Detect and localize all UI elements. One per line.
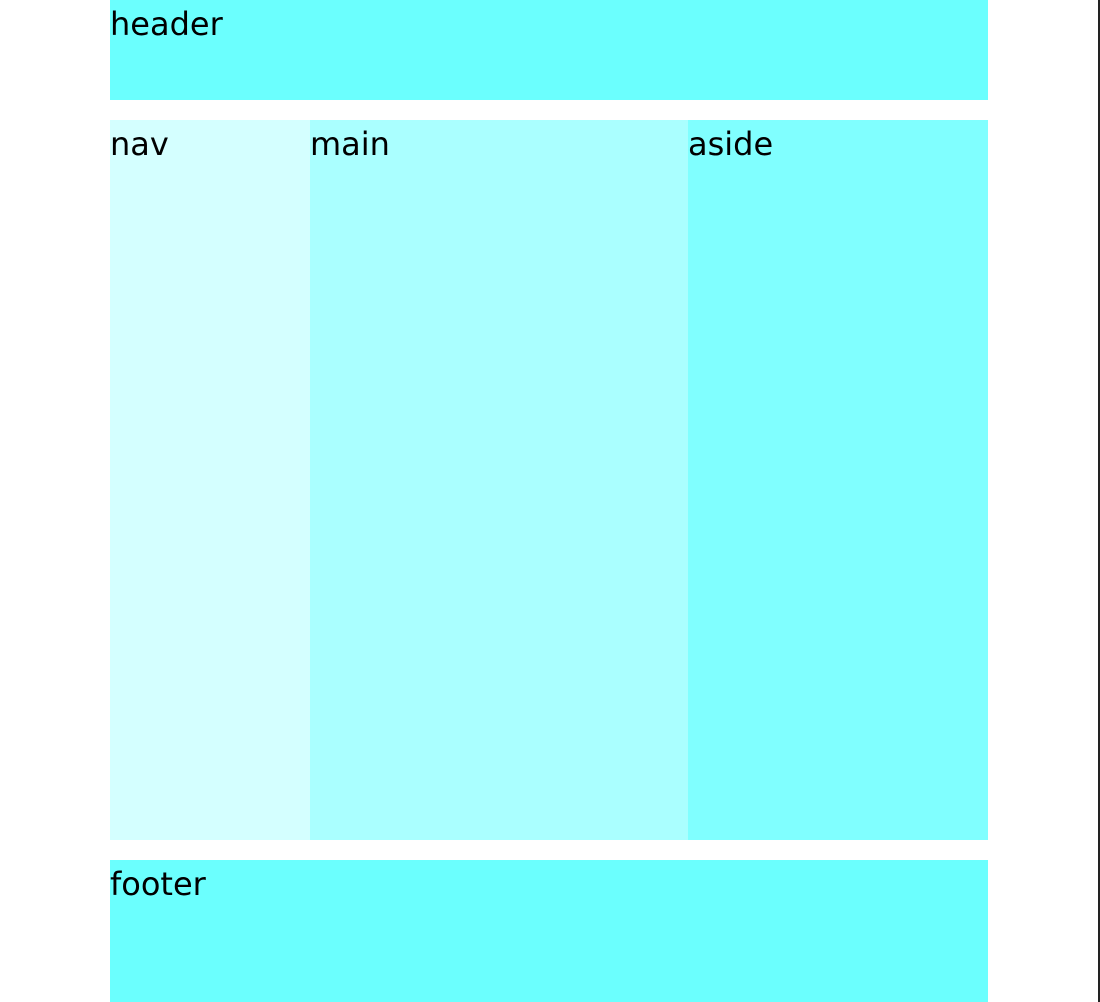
main-label: main (310, 125, 390, 163)
page: header nav main aside footer (0, 0, 1100, 1002)
nav-region: nav (110, 120, 310, 840)
nav-label: nav (110, 125, 169, 163)
aside-label: aside (688, 125, 774, 163)
header-label: header (110, 5, 223, 43)
footer-label: footer (110, 865, 206, 903)
footer-region: footer (110, 860, 988, 1002)
aside-region: aside (688, 120, 988, 840)
header-region: header (110, 0, 988, 100)
content-row: nav main aside (110, 120, 988, 840)
main-region: main (310, 120, 688, 840)
